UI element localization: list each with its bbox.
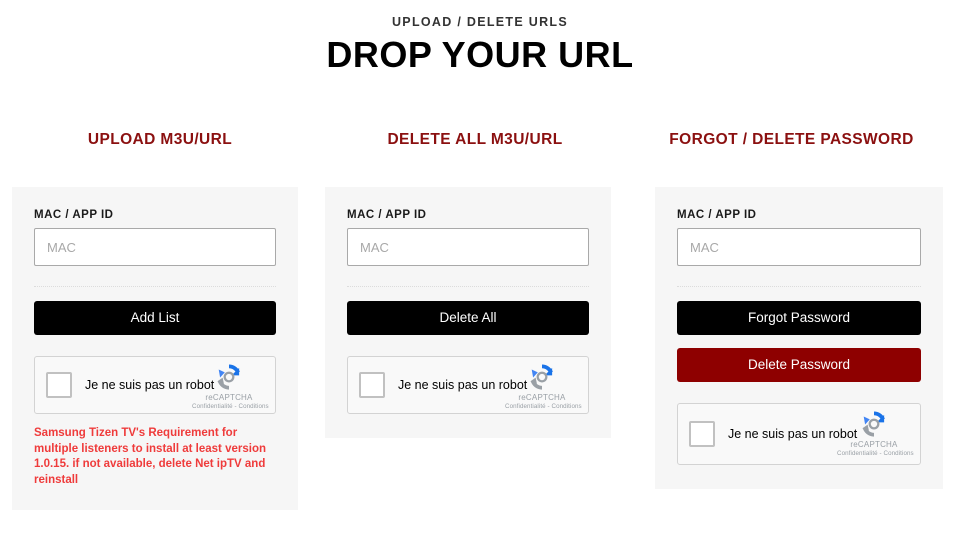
section-heading-password: FORGOT / DELETE PASSWORD — [669, 131, 914, 148]
divider-delete-all — [347, 286, 589, 287]
column-upload: UPLOAD M3U/URL MAC / APP ID Add List Je … — [0, 130, 320, 510]
card-delete-all: MAC / APP ID Delete All Je ne suis pas u… — [325, 187, 611, 438]
page-subtitle: UPLOAD / DELETE URLS — [391, 15, 568, 29]
page-title: DROP YOUR URL — [326, 34, 634, 75]
mac-input-upload[interactable] — [34, 228, 276, 266]
section-heading-delete-all: DELETE ALL M3U/URL — [387, 131, 563, 148]
recaptcha-brand-name-password: reCAPTCHA — [850, 440, 898, 449]
recaptcha-widget-password[interactable]: Je ne suis pas un robot reCAPTCHA Confid… — [677, 403, 921, 465]
delete-all-button[interactable]: Delete All — [347, 301, 589, 335]
recaptcha-brand-upload: reCAPTCHA Confidentialité - Conditions — [192, 362, 269, 410]
divider-upload — [34, 286, 276, 287]
field-label-mac-delete-all: MAC / APP ID — [347, 209, 427, 221]
mac-input-password[interactable] — [677, 228, 921, 266]
recaptcha-widget-upload[interactable]: Je ne suis pas un robot reCAPTCHA Confid… — [34, 356, 276, 414]
delete-password-button[interactable]: Delete Password — [677, 348, 921, 382]
recaptcha-brand-delete-all: reCAPTCHA Confidentialité - Conditions — [505, 362, 582, 410]
card-upload: MAC / APP ID Add List Je ne suis pas un … — [12, 187, 298, 510]
recaptcha-refresh-icon — [530, 364, 553, 390]
column-delete-all: DELETE ALL M3U/URL MAC / APP ID Delete A… — [320, 130, 640, 438]
recaptcha-brand-name-delete-all: reCAPTCHA — [518, 393, 566, 402]
recaptcha-refresh-icon — [862, 411, 885, 437]
recaptcha-brand-name-upload: reCAPTCHA — [205, 393, 253, 402]
section-heading-upload: UPLOAD M3U/URL — [87, 131, 233, 148]
recaptcha-checkbox-delete-all[interactable] — [359, 372, 385, 398]
recaptcha-brand-password: reCAPTCHA Confidentialité - Conditions — [837, 409, 914, 457]
recaptcha-checkbox-upload[interactable] — [46, 372, 72, 398]
column-password: FORGOT / DELETE PASSWORD MAC / APP ID Fo… — [640, 130, 960, 489]
card-password: MAC / APP ID Forgot Password Delete Pass… — [655, 187, 943, 489]
add-list-button[interactable]: Add List — [34, 301, 276, 335]
page-header: UPLOAD / DELETE URLS DROP YOUR URL — [0, 0, 960, 77]
warning-text-upload: Samsung Tizen TV's Requirement for multi… — [34, 427, 266, 486]
recaptcha-terms-delete-all: Confidentialité - Conditions — [505, 403, 582, 410]
mac-input-delete-all[interactable] — [347, 228, 589, 266]
form-columns: UPLOAD M3U/URL MAC / APP ID Add List Je … — [0, 130, 960, 510]
forgot-password-button[interactable]: Forgot Password — [677, 301, 921, 335]
field-label-mac-upload: MAC / APP ID — [34, 209, 114, 221]
recaptcha-terms-upload: Confidentialité - Conditions — [192, 403, 269, 410]
recaptcha-widget-delete-all[interactable]: Je ne suis pas un robot reCAPTCHA Confid… — [347, 356, 589, 414]
recaptcha-terms-password: Confidentialité - Conditions — [837, 450, 914, 457]
field-label-mac-password: MAC / APP ID — [677, 209, 757, 221]
recaptcha-refresh-icon — [217, 364, 240, 390]
divider-password — [677, 286, 921, 287]
recaptcha-checkbox-password[interactable] — [689, 421, 715, 447]
